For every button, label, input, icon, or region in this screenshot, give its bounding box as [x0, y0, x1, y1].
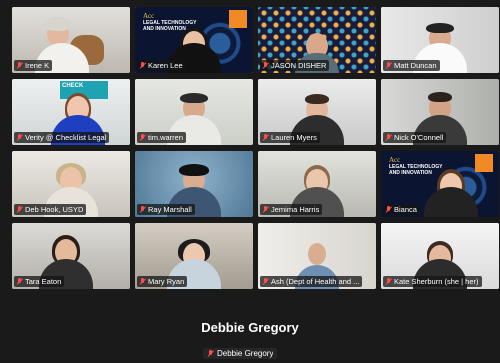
mic-muted-icon	[385, 277, 392, 286]
video-tile-active[interactable]: Acc LEGAL TECHNOLOGY AND INNOVATION Kare…	[135, 7, 253, 73]
video-tile[interactable]: CHECK Verity @ Checklist Legal	[12, 79, 130, 145]
participant-hair	[305, 94, 329, 104]
name-label: Mary Ryan	[137, 276, 188, 287]
participant-name: Mary Ryan	[148, 277, 185, 286]
slide-badge	[475, 154, 493, 172]
slide-badge	[229, 10, 247, 28]
name-label: Bianca	[383, 204, 420, 215]
participant-name: Lauren Myers	[271, 133, 317, 142]
active-speaker-label: Debbie Gregory	[203, 348, 278, 359]
mic-muted-icon	[262, 205, 269, 214]
video-tile[interactable]: tim.warren	[135, 79, 253, 145]
mic-muted-icon	[139, 277, 146, 286]
headphones	[180, 93, 208, 103]
participant-name: Irene K	[25, 61, 50, 70]
participant-name: JASON DISHER	[271, 61, 327, 70]
participant-name: Kate Sherburn (she | her)	[394, 277, 479, 286]
video-tile[interactable]: Mary Ryan	[135, 223, 253, 289]
name-label: Lauren Myers	[260, 132, 320, 143]
headphones	[179, 164, 209, 176]
slide-brand: Acc	[389, 156, 401, 164]
video-tile[interactable]: Nick O'Connell	[381, 79, 499, 145]
mic-muted-icon	[385, 133, 392, 142]
mic-muted-icon	[139, 205, 146, 214]
video-tile[interactable]: Kate Sherburn (she | her)	[381, 223, 499, 289]
video-tile[interactable]: Deb Hook, USYD	[12, 151, 130, 217]
slide-brand: Acc	[143, 12, 155, 20]
participant-hair	[45, 17, 71, 31]
mic-muted-icon	[16, 277, 23, 286]
video-tile[interactable]: Lauren Myers	[258, 79, 376, 145]
active-speaker-label-text: Debbie Gregory	[217, 349, 274, 358]
active-speaker-name: Debbie Gregory	[201, 320, 299, 335]
video-tile[interactable]: Tara Eaton	[12, 223, 130, 289]
participant-name: Ash (Dept of Health and ...	[271, 277, 360, 286]
name-label: tim.warren	[137, 132, 187, 143]
name-label: Kate Sherburn (she | her)	[383, 276, 482, 287]
gallery-grid: Irene K Acc LEGAL TECHNOLOGY AND INNOVAT…	[12, 7, 500, 291]
name-label: Nick O'Connell	[383, 132, 447, 143]
participant-name: Verity @ Checklist Legal	[25, 133, 107, 142]
mic-muted-icon	[16, 205, 23, 214]
mic-muted-icon	[262, 61, 269, 70]
video-tile[interactable]: Ray Marshall	[135, 151, 253, 217]
name-label: Ray Marshall	[137, 204, 195, 215]
name-label: Matt Duncan	[383, 60, 440, 71]
participant-name: Ray Marshall	[148, 205, 192, 214]
participant-name: Matt Duncan	[394, 61, 437, 70]
name-label: Verity @ Checklist Legal	[14, 132, 110, 143]
participant-head	[308, 243, 326, 265]
mic-muted-icon	[385, 205, 392, 214]
video-tile[interactable]: Jemima Harris	[258, 151, 376, 217]
name-label: Deb Hook, USYD	[14, 204, 87, 215]
participant-name: Jemima Harris	[271, 205, 320, 214]
video-tile[interactable]: Irene K	[12, 7, 130, 73]
name-label: Ash (Dept of Health and ...	[260, 276, 363, 287]
mic-muted-icon	[385, 61, 392, 70]
mic-muted-icon	[139, 61, 146, 70]
video-tile[interactable]: Matt Duncan	[381, 7, 499, 73]
video-tile[interactable]: Acc LEGAL TECHNOLOGY AND INNOVATION Bian…	[381, 151, 499, 217]
name-label: Irene K	[14, 60, 53, 71]
participant-name: Nick O'Connell	[394, 133, 444, 142]
mic-muted-icon	[262, 277, 269, 286]
participant-name: tim.warren	[148, 133, 184, 142]
mic-muted-icon	[16, 61, 23, 70]
headphones	[426, 23, 454, 33]
mic-muted-icon	[262, 133, 269, 142]
name-label: Jemima Harris	[260, 204, 323, 215]
participant-name: Tara Eaton	[25, 277, 62, 286]
participant-name: Bianca	[394, 205, 417, 214]
name-label: Tara Eaton	[14, 276, 65, 287]
mic-muted-icon	[139, 133, 146, 142]
participant-name: Deb Hook, USYD	[25, 205, 84, 214]
name-label: Karen Lee	[137, 60, 186, 71]
video-tile[interactable]: Ash (Dept of Health and ...	[258, 223, 376, 289]
mic-muted-icon	[16, 133, 23, 142]
video-tile[interactable]: JASON DISHER	[258, 7, 376, 73]
mic-muted-icon	[207, 349, 214, 358]
participant-name: Karen Lee	[148, 61, 183, 70]
wall-sign-text: CHECK	[62, 83, 84, 89]
participant-hair	[428, 92, 452, 102]
name-label: JASON DISHER	[260, 60, 330, 71]
